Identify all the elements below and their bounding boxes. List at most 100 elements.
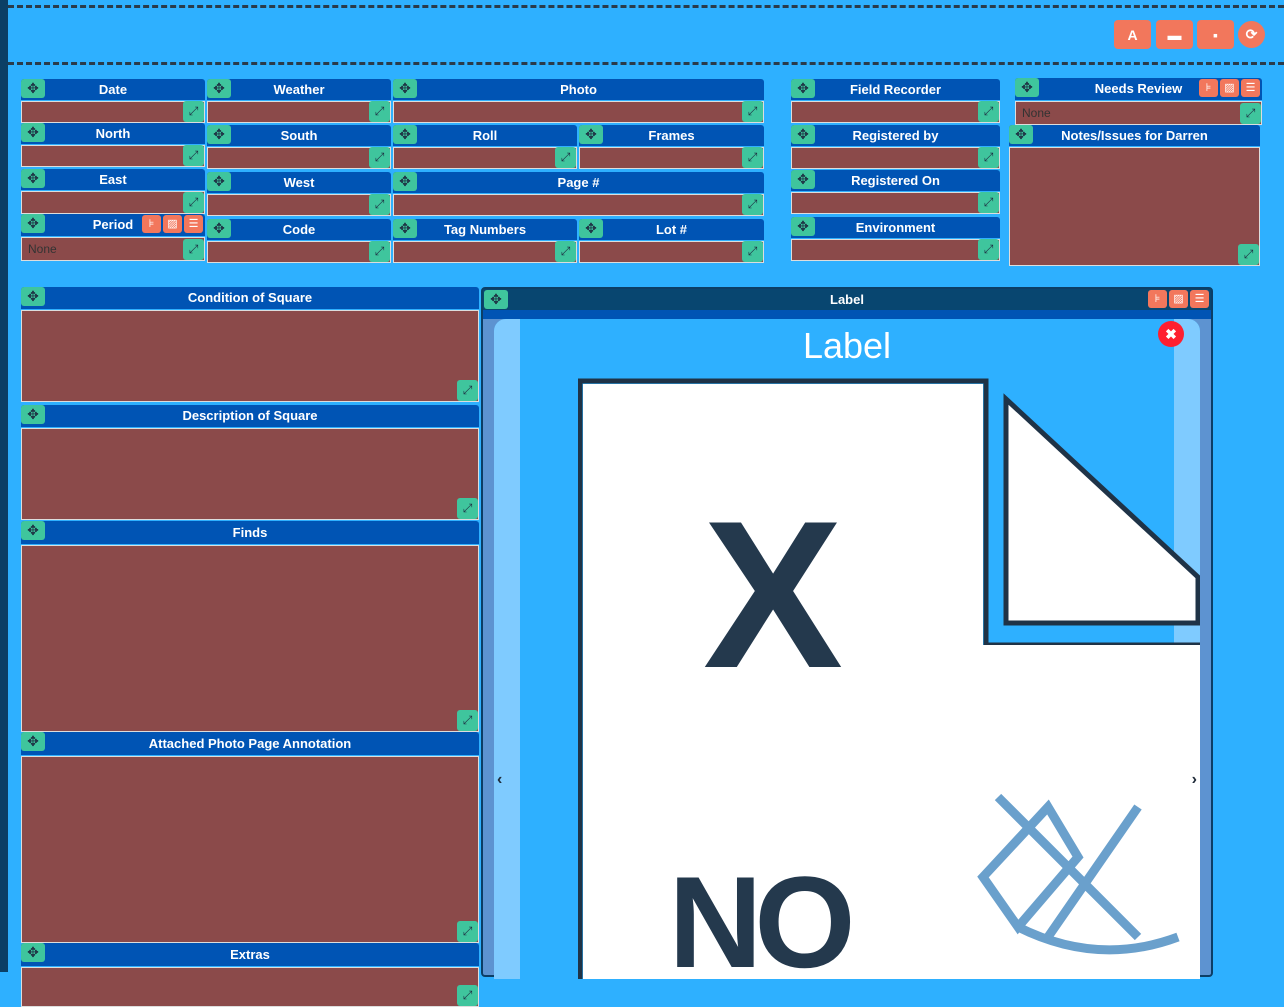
move-handle-icon[interactable]: ✥ — [21, 169, 45, 188]
condition-of-square-input[interactable]: ⤢ — [21, 310, 479, 402]
field-label-text: Notes/Issues for Darren — [1061, 128, 1208, 143]
expand-icon[interactable]: ⤢ — [183, 101, 204, 122]
south-input[interactable]: ⤢ — [207, 147, 391, 169]
move-handle-icon[interactable]: ✥ — [21, 943, 45, 962]
chevron-right-icon[interactable]: › — [1192, 771, 1197, 789]
move-handle-icon[interactable]: ✥ — [21, 732, 45, 751]
expand-icon[interactable]: ⤢ — [742, 194, 763, 215]
move-handle-icon[interactable]: ✥ — [393, 79, 417, 98]
image-icon[interactable]: ▨ — [1169, 290, 1188, 308]
move-handle-icon[interactable]: ✥ — [21, 214, 45, 233]
move-handle-icon[interactable]: ✥ — [791, 170, 815, 189]
tree-icon[interactable]: ⊧ — [1199, 79, 1218, 97]
expand-icon[interactable]: ⤢ — [457, 985, 478, 1006]
registered-by-input[interactable]: ⤢ — [791, 147, 1000, 169]
notes-issues-for-darren-input[interactable]: ⤢ — [1009, 147, 1260, 266]
expand-icon[interactable]: ⤢ — [457, 710, 478, 731]
move-handle-icon[interactable]: ✥ — [21, 79, 45, 98]
move-handle-icon[interactable]: ✥ — [21, 521, 45, 540]
field-label-text: Finds — [232, 525, 268, 540]
east-input[interactable]: ⤢ — [21, 191, 205, 214]
move-handle-icon[interactable]: ✥ — [1009, 125, 1033, 144]
move-handle-icon[interactable]: ✥ — [579, 125, 603, 144]
move-handle-icon[interactable]: ✥ — [207, 79, 231, 98]
move-handle-icon[interactable]: ✥ — [393, 172, 417, 191]
expand-icon[interactable]: ⤢ — [1240, 103, 1261, 124]
period-input[interactable]: None ⤢ — [21, 237, 205, 261]
open-icon: ▬ — [1167, 26, 1182, 43]
move-handle-icon[interactable]: ✥ — [21, 123, 45, 142]
expand-icon[interactable]: ⤢ — [369, 101, 390, 122]
expand-icon[interactable]: ⤢ — [183, 192, 204, 213]
field-period: Period ✥ ⊧ ▨ ☰ None ⤢ — [21, 214, 205, 261]
pdf-button[interactable]: A — [1114, 20, 1151, 49]
weather-input[interactable]: ⤢ — [207, 101, 391, 123]
roll-input[interactable]: ⤢ — [393, 147, 577, 169]
move-handle-icon[interactable]: ✥ — [791, 125, 815, 144]
list-icon[interactable]: ☰ — [184, 215, 203, 233]
expand-icon[interactable]: ⤢ — [457, 921, 478, 942]
move-handle-icon[interactable]: ✥ — [579, 219, 603, 238]
move-handle-icon[interactable]: ✥ — [1015, 78, 1039, 97]
carousel-prev-area[interactable] — [494, 319, 520, 979]
field-label-text: Weather — [273, 82, 325, 97]
image-carousel: Label ✖ X NO ‹ › — [494, 319, 1200, 979]
move-handle-icon[interactable]: ✥ — [207, 219, 231, 238]
move-handle-icon[interactable]: ✥ — [21, 405, 45, 424]
move-handle-icon[interactable]: ✥ — [207, 172, 231, 191]
move-handle-icon[interactable]: ✥ — [21, 287, 45, 306]
expand-icon[interactable]: ⤢ — [978, 192, 999, 213]
expand-icon[interactable]: ⤢ — [369, 241, 390, 262]
move-handle-icon[interactable]: ✥ — [484, 290, 508, 309]
north-input[interactable]: ⤢ — [21, 145, 205, 167]
extras-input[interactable]: ⤢ — [21, 967, 479, 1007]
image-icon[interactable]: ▨ — [1220, 79, 1239, 97]
environment-input[interactable]: ⤢ — [791, 239, 1000, 261]
expand-icon[interactable]: ⤢ — [183, 145, 204, 166]
move-handle-icon[interactable]: ✥ — [207, 125, 231, 144]
registered-on-input[interactable]: ⤢ — [791, 192, 1000, 214]
tree-icon[interactable]: ⊧ — [142, 215, 161, 233]
code-input[interactable]: ⤢ — [207, 241, 391, 263]
expand-icon[interactable]: ⤢ — [978, 239, 999, 260]
move-handle-icon[interactable]: ✥ — [791, 217, 815, 236]
field-recorder-input[interactable]: ⤢ — [791, 101, 1000, 123]
photo-input[interactable]: ⤢ — [393, 101, 764, 123]
refresh-button[interactable]: ⟳ — [1238, 21, 1265, 48]
expand-icon[interactable]: ⤢ — [742, 147, 763, 168]
expand-icon[interactable]: ⤢ — [369, 147, 390, 168]
save-button[interactable]: ▪ — [1197, 20, 1234, 49]
list-icon[interactable]: ☰ — [1241, 79, 1260, 97]
expand-icon[interactable]: ⤢ — [457, 380, 478, 401]
expand-icon[interactable]: ⤢ — [978, 101, 999, 122]
expand-icon[interactable]: ⤢ — [369, 194, 390, 215]
chevron-left-icon[interactable]: ‹ — [497, 771, 502, 789]
list-icon[interactable]: ☰ — [1190, 290, 1209, 308]
lot-input[interactable]: ⤢ — [579, 241, 764, 263]
date-input[interactable]: ⤢ — [21, 101, 205, 123]
expand-icon[interactable]: ⤢ — [1238, 244, 1259, 265]
move-handle-icon[interactable]: ✥ — [791, 79, 815, 98]
move-handle-icon[interactable]: ✥ — [393, 125, 417, 144]
attached-photo-page-annotation-input[interactable]: ⤢ — [21, 756, 479, 943]
expand-icon[interactable]: ⤢ — [742, 241, 763, 262]
expand-icon[interactable]: ⤢ — [978, 147, 999, 168]
top-toolbar — [8, 5, 1284, 65]
tree-icon[interactable]: ⊧ — [1148, 290, 1167, 308]
expand-icon[interactable]: ⤢ — [742, 101, 763, 122]
expand-icon[interactable]: ⤢ — [555, 241, 576, 262]
expand-icon[interactable]: ⤢ — [555, 147, 576, 168]
tag-numbers-input[interactable]: ⤢ — [393, 241, 577, 263]
description-of-square-input[interactable]: ⤢ — [21, 428, 479, 520]
move-handle-icon[interactable]: ✥ — [393, 219, 417, 238]
expand-icon[interactable]: ⤢ — [457, 498, 478, 519]
west-input[interactable]: ⤢ — [207, 194, 391, 216]
finds-input[interactable]: ⤢ — [21, 545, 479, 732]
page-input[interactable]: ⤢ — [393, 194, 764, 216]
image-icon[interactable]: ▨ — [163, 215, 182, 233]
open-button[interactable]: ▬ — [1156, 20, 1193, 49]
needs-review-input[interactable]: None ⤢ — [1015, 101, 1262, 125]
frames-input[interactable]: ⤢ — [579, 147, 764, 169]
expand-icon[interactable]: ⤢ — [183, 239, 204, 260]
close-icon[interactable]: ✖ — [1158, 321, 1184, 347]
